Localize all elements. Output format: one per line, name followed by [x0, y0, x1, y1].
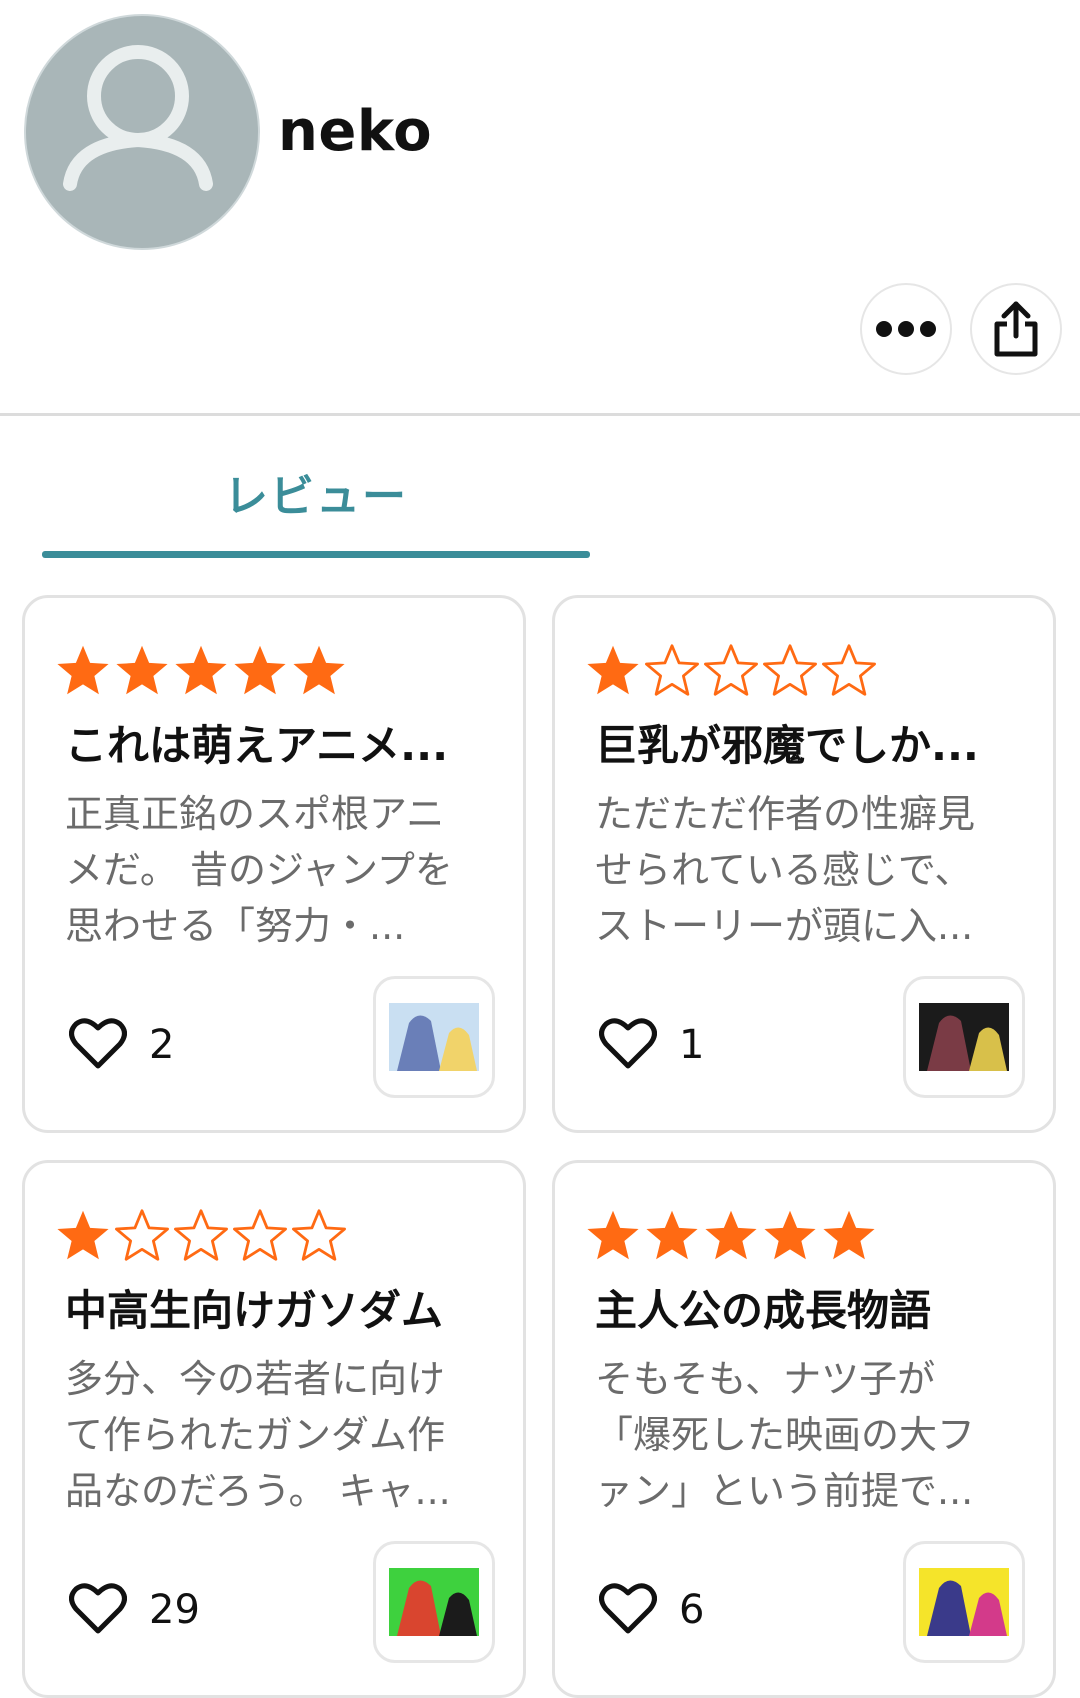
star-filled-icon: [585, 1207, 641, 1263]
star-filled-icon: [173, 642, 229, 698]
share-icon: [994, 301, 1038, 357]
star-outline-icon: [762, 642, 818, 698]
star-outline-icon: [114, 1207, 170, 1263]
anime-cover-image: [919, 1003, 1009, 1071]
star-outline-icon: [644, 642, 700, 698]
review-card[interactable]: 巨乳が邪魔でしか... ただただ作者の性癖見せられている感じで、ストーリーが頭に…: [552, 595, 1056, 1133]
review-excerpt: 多分、今の若者に向けて作られたガンダム作品なのだろう。 キャ...: [65, 1357, 451, 1513]
anime-cover-image: [919, 1568, 1009, 1636]
more-horizontal-icon: [876, 321, 936, 337]
star-filled-icon: [585, 642, 641, 698]
star-rating: [55, 642, 347, 698]
heart-icon: [69, 1016, 127, 1074]
like-count: 1: [679, 1022, 705, 1068]
star-outline-icon: [291, 1207, 347, 1263]
like-button[interactable]: 1: [599, 1016, 704, 1074]
anime-thumbnail[interactable]: [903, 1541, 1025, 1663]
star-outline-icon: [703, 642, 759, 698]
review-title: これは萌えアニメ...: [65, 721, 449, 770]
star-rating: [585, 1207, 877, 1263]
heart-icon: [69, 1581, 127, 1639]
star-filled-icon: [291, 642, 347, 698]
more-button[interactable]: [860, 283, 952, 375]
star-outline-icon: [173, 1207, 229, 1263]
header-divider: [0, 413, 1080, 416]
heart-icon: [599, 1016, 657, 1074]
star-filled-icon: [232, 642, 288, 698]
review-card[interactable]: これは萌えアニメ... 正真正銘のスポ根アニメだ。 昔のジャンプを思わせる「努力…: [22, 595, 526, 1133]
review-card[interactable]: 主人公の成長物語 そもそも、ナツ子が「爆死した映画の大ファン」という前提で...…: [552, 1160, 1056, 1698]
like-count: 29: [149, 1587, 200, 1633]
star-filled-icon: [644, 1207, 700, 1263]
anime-cover-image: [389, 1568, 479, 1636]
review-card[interactable]: 中高生向けガソダム 多分、今の若者に向けて作られたガンダム作品なのだろう。 キャ…: [22, 1160, 526, 1698]
tab-active-indicator: [42, 551, 590, 558]
like-count: 6: [679, 1587, 705, 1633]
star-outline-icon: [232, 1207, 288, 1263]
review-excerpt: そもそも、ナツ子が「爆死した映画の大ファン」という前提で...: [595, 1357, 976, 1513]
star-filled-icon: [114, 642, 170, 698]
review-excerpt: 正真正銘のスポ根アニメだ。 昔のジャンプを思わせる「努力・...: [65, 792, 453, 948]
review-excerpt: ただただ作者の性癖見せられている感じで、ストーリーが頭に入...: [595, 792, 976, 948]
share-button[interactable]: [970, 283, 1062, 375]
star-outline-icon: [821, 642, 877, 698]
like-button[interactable]: 29: [69, 1581, 200, 1639]
profile-header: neko: [0, 0, 1080, 415]
tab-reviews-label: レビュー: [224, 471, 408, 522]
review-title: 中高生向けガソダム: [65, 1286, 444, 1335]
username: neko: [278, 99, 433, 164]
anime-thumbnail[interactable]: [373, 1541, 495, 1663]
star-filled-icon: [821, 1207, 877, 1263]
avatar[interactable]: [24, 14, 260, 250]
user-silhouette-icon: [63, 45, 213, 191]
anime-thumbnail[interactable]: [903, 976, 1025, 1098]
star-filled-icon: [55, 642, 111, 698]
like-button[interactable]: 2: [69, 1016, 174, 1074]
like-count: 2: [149, 1022, 175, 1068]
anime-thumbnail[interactable]: [373, 976, 495, 1098]
star-filled-icon: [703, 1207, 759, 1263]
star-filled-icon: [762, 1207, 818, 1263]
anime-cover-image: [389, 1003, 479, 1071]
tab-reviews[interactable]: レビュー: [42, 440, 590, 558]
like-button[interactable]: 6: [599, 1581, 704, 1639]
review-title: 主人公の成長物語: [595, 1286, 932, 1335]
heart-icon: [599, 1581, 657, 1639]
star-rating: [585, 642, 877, 698]
star-filled-icon: [55, 1207, 111, 1263]
star-rating: [55, 1207, 347, 1263]
review-title: 巨乳が邪魔でしか...: [595, 721, 979, 770]
